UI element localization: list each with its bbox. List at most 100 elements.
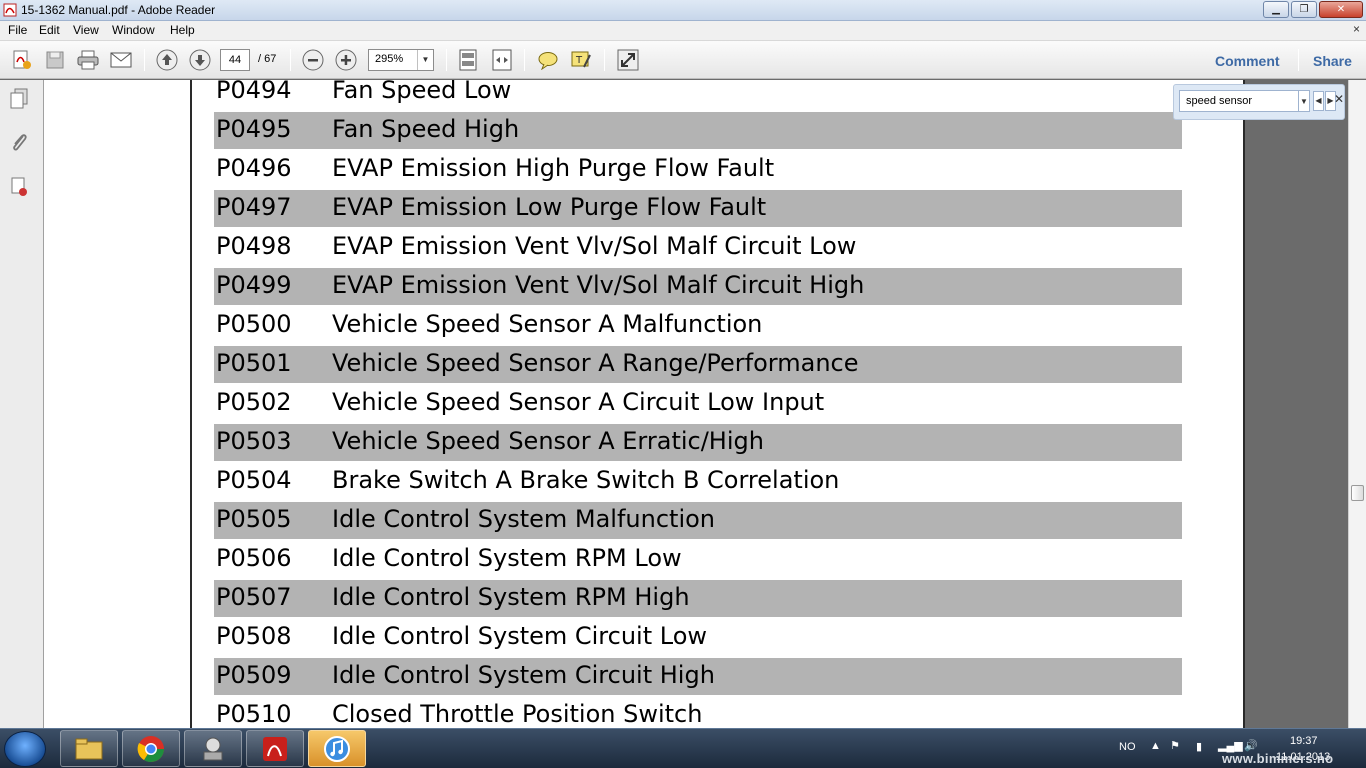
toolbar: 44 / 67 295% ▼ T Comment Share: [0, 41, 1366, 79]
dtc-description: Brake Switch A Brake Switch B Correlatio…: [332, 466, 840, 494]
previous-page-icon[interactable]: [155, 48, 179, 72]
save-icon[interactable]: [43, 48, 67, 72]
itunes-taskbar-icon[interactable]: [308, 730, 366, 767]
find-previous-icon[interactable]: ◀: [1313, 91, 1324, 111]
svg-text:T: T: [575, 55, 583, 66]
dtc-description: EVAP Emission High Purge Flow Fault: [332, 154, 775, 182]
dtc-code: P0497: [216, 193, 292, 221]
menu-help[interactable]: Help: [170, 23, 195, 37]
comment-bubble-icon[interactable]: [536, 48, 560, 72]
table-row: P0498 EVAP Emission Vent Vlv/Sol Malf Cir…: [214, 229, 1182, 266]
dtc-code: P0508: [216, 622, 292, 650]
page-number-input[interactable]: 44: [220, 49, 250, 71]
taskbar: NO ▲ ⚑ ▮ ▂▄▆ 🔊 19:37 11.01.2013: [0, 728, 1366, 768]
share-link[interactable]: Share: [1313, 53, 1352, 69]
dtc-code: P0503: [216, 427, 292, 455]
zoom-out-icon[interactable]: [301, 48, 325, 72]
table-row: P0507 Idle Control System RPM High: [214, 580, 1182, 617]
show-hidden-icons-icon[interactable]: ▲: [1150, 740, 1161, 752]
dtc-code: P0510: [216, 700, 292, 728]
chrome-taskbar-icon[interactable]: [122, 730, 180, 767]
find-options-chevron-icon[interactable]: ▼: [1299, 90, 1310, 112]
dtc-description: Fan Speed High: [332, 115, 520, 143]
battery-icon[interactable]: ▮: [1196, 740, 1202, 753]
find-input[interactable]: speed sensor: [1179, 90, 1299, 112]
table-row: P0501 Vehicle Speed Sensor A Range/Perfor…: [214, 346, 1182, 383]
dtc-code: P0507: [216, 583, 292, 611]
close-button[interactable]: ✕: [1319, 1, 1363, 18]
dtc-description: EVAP Emission Low Purge Flow Fault: [332, 193, 767, 221]
zoom-in-icon[interactable]: [334, 48, 358, 72]
table-row: P0505 Idle Control System Malfunction: [214, 502, 1182, 539]
fit-width-icon[interactable]: [490, 48, 514, 72]
document-view[interactable]: P0494 Fan Speed Low P0495 Fan Speed High P04…: [44, 80, 1348, 728]
dtc-code: P0509: [216, 661, 292, 689]
dtc-description: Vehicle Speed Sensor A Circuit Low Input: [332, 388, 825, 416]
dtc-description: Idle Control System Circuit Low: [332, 622, 708, 650]
explorer-taskbar-icon[interactable]: [60, 730, 118, 767]
navigation-panel: [0, 80, 44, 728]
dtc-description: Vehicle Speed Sensor A Range/Performance: [332, 349, 859, 377]
page-count: / 67: [258, 53, 277, 65]
signatures-icon[interactable]: [8, 176, 30, 198]
dtc-description: EVAP Emission Vent Vlv/Sol Malf Circuit …: [332, 271, 865, 299]
attachments-icon[interactable]: [8, 132, 30, 154]
minimize-button[interactable]: ▁: [1263, 1, 1289, 18]
table-row: P0496 EVAP Emission High Purge Flow Fault: [214, 151, 1182, 188]
menu-bar: File Edit View Window Help ×: [0, 21, 1366, 41]
clock-time[interactable]: 19:37: [1290, 735, 1318, 747]
find-close-icon[interactable]: ✕: [1334, 92, 1344, 106]
maximize-button[interactable]: ❐: [1291, 1, 1317, 18]
table-row: P0504 Brake Switch A Brake Switch B Corre…: [214, 463, 1182, 500]
highlight-text-icon[interactable]: T: [569, 48, 593, 72]
dtc-code: P0506: [216, 544, 292, 572]
pdf-page: P0494 Fan Speed Low P0495 Fan Speed High P04…: [44, 80, 1245, 728]
start-button[interactable]: [4, 731, 46, 767]
dtc-code: P0501: [216, 349, 292, 377]
pdf-app-icon: [3, 3, 17, 17]
fit-page-icon[interactable]: [456, 48, 480, 72]
window-title: 15-1362 Manual.pdf - Adobe Reader: [21, 3, 216, 17]
table-row: P0506 Idle Control System RPM Low: [214, 541, 1182, 578]
language-indicator[interactable]: NO: [1119, 741, 1136, 753]
dtc-code: P0504: [216, 466, 292, 494]
adobe-reader-taskbar-icon[interactable]: [246, 730, 304, 767]
dtc-description: Idle Control System RPM High: [332, 583, 690, 611]
zoom-select[interactable]: 295% ▼: [368, 49, 434, 71]
dtc-code: P0505: [216, 505, 292, 533]
dtc-description: Idle Control System RPM Low: [332, 544, 682, 572]
table-row: P0509 Idle Control System Circuit High: [214, 658, 1182, 695]
dtc-description: Vehicle Speed Sensor A Erratic/High: [332, 427, 764, 455]
dtc-code: P0498: [216, 232, 292, 260]
dtc-description: Closed Throttle Position Switch: [332, 700, 703, 728]
table-row: P0510 Closed Throttle Position Switch: [214, 697, 1182, 728]
dtc-description: Fan Speed Low: [332, 80, 512, 104]
print-icon[interactable]: [76, 48, 100, 72]
menu-edit[interactable]: Edit: [39, 23, 60, 37]
close-document-icon[interactable]: ×: [1353, 22, 1360, 36]
email-icon[interactable]: [109, 48, 133, 72]
app-taskbar-icon[interactable]: [184, 730, 242, 767]
dtc-description: Vehicle Speed Sensor A Malfunction: [332, 310, 763, 338]
dtc-code: P0499: [216, 271, 292, 299]
scroll-thumb[interactable]: [1351, 485, 1364, 501]
menu-view[interactable]: View: [73, 23, 99, 37]
find-toolbar: speed sensor ▼ ◀ ▶ ✕: [1173, 84, 1345, 120]
create-pdf-icon[interactable]: [9, 48, 33, 72]
watermark: www.bimmers.no: [1222, 751, 1334, 766]
table-row: P0508 Idle Control System Circuit Low: [214, 619, 1182, 656]
action-center-flag-icon[interactable]: ⚑: [1170, 739, 1180, 752]
table-row: P0502 Vehicle Speed Sensor A Circuit Low …: [214, 385, 1182, 422]
menu-window[interactable]: Window: [112, 23, 155, 37]
vertical-scrollbar[interactable]: [1348, 80, 1366, 728]
menu-file[interactable]: File: [8, 23, 27, 37]
page-thumbnails-icon[interactable]: [8, 88, 30, 110]
dtc-description: Idle Control System Circuit High: [332, 661, 715, 689]
dtc-code: P0500: [216, 310, 292, 338]
expand-icon[interactable]: [616, 48, 640, 72]
table-row: P0500 Vehicle Speed Sensor A Malfunction: [214, 307, 1182, 344]
table-row: P0494 Fan Speed Low: [214, 80, 1182, 110]
comment-link[interactable]: Comment: [1215, 53, 1280, 69]
next-page-icon[interactable]: [188, 48, 212, 72]
chevron-down-icon[interactable]: ▼: [417, 50, 433, 70]
